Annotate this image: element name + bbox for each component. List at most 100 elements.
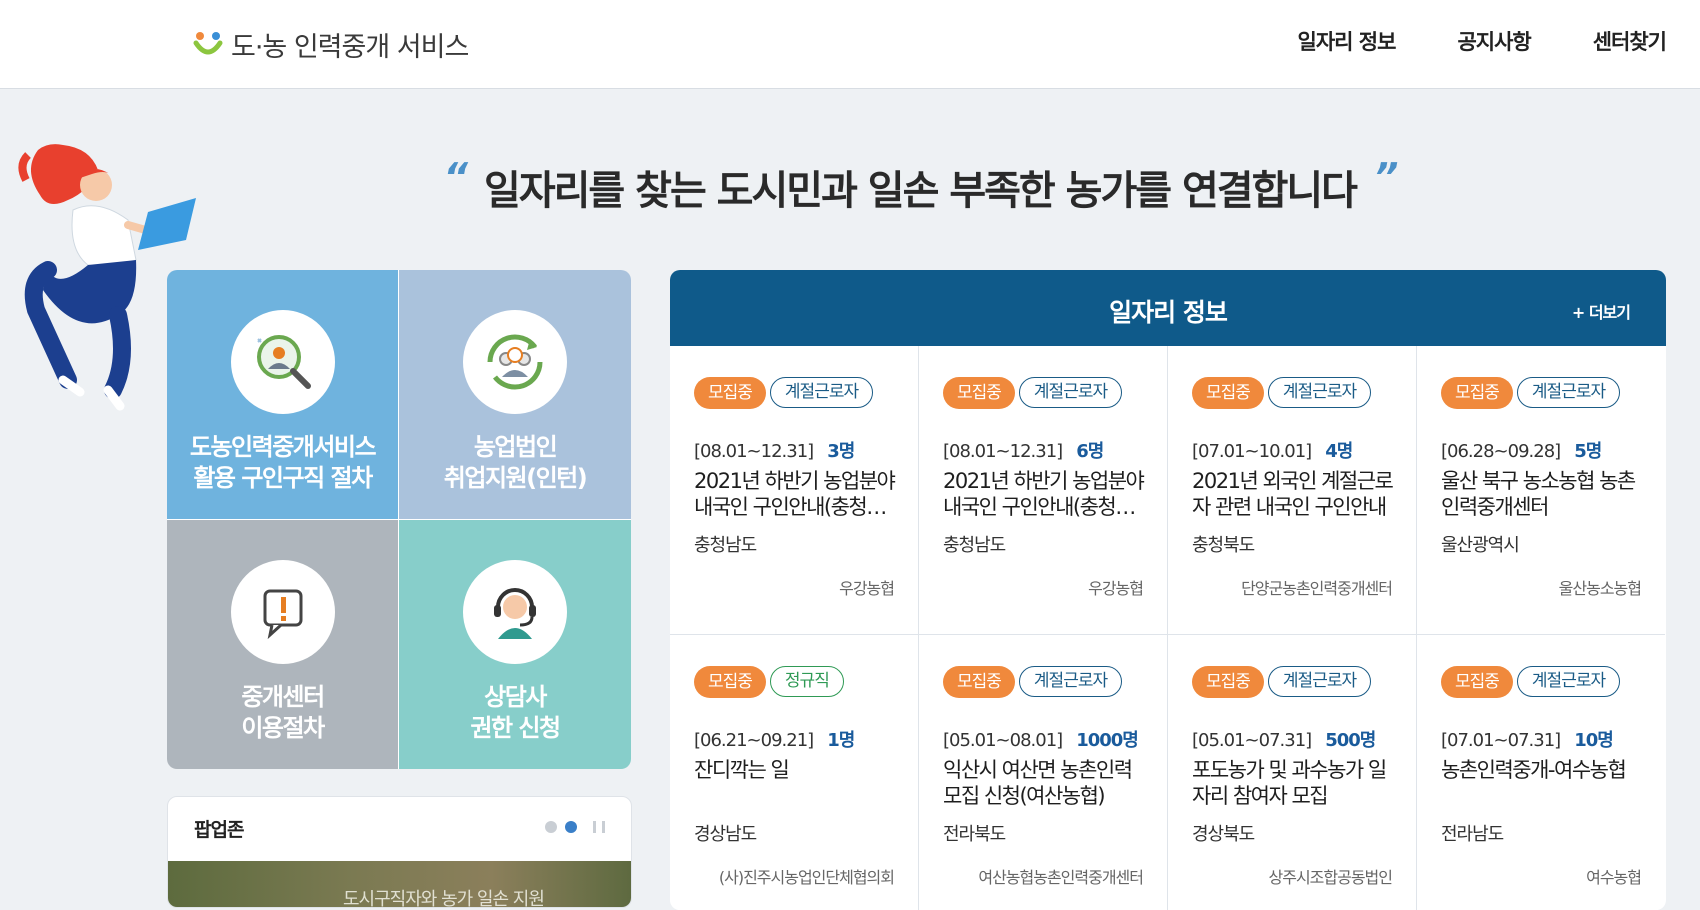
job-period-dates: [07.01~10.01] — [1192, 441, 1312, 462]
status-badge: 모집중 — [1192, 377, 1264, 409]
job-card[interactable]: 모집중 정규직 [06.21~09.21] 1명 잔디깍는 일 경상남도 (사)진주시농업인… — [670, 635, 919, 910]
type-badge: 정규직 — [769, 666, 844, 697]
job-period-dates: [05.01~07.31] — [1192, 730, 1312, 751]
job-period-dates: [06.21~09.21] — [694, 730, 814, 751]
job-period: [08.01~12.31] 3명 — [694, 437, 855, 463]
job-period: [05.01~08.01] 1000명 — [943, 726, 1139, 752]
job-badges: 모집중 계절근로자 — [943, 377, 1123, 409]
type-badge: 계절근로자 — [769, 377, 874, 408]
job-organization: 여수농협 — [1586, 868, 1642, 887]
logo-text: 도·농 인력중개 서비스 — [231, 31, 469, 63]
status-badge: 모집중 — [943, 377, 1015, 409]
job-headcount: 10명 — [1574, 730, 1614, 751]
job-card[interactable]: 모집중 계절근로자 [08.01~12.31] 6명 2021년 하반기 농업분야 내국… — [919, 346, 1168, 635]
type-badge: 계절근로자 — [1267, 377, 1372, 408]
job-card[interactable]: 모집중 계절근로자 [06.28~09.28] 5명 울산 북구 농소농협 농촌인력중개… — [1417, 346, 1665, 635]
job-card[interactable]: 모집중 계절근로자 [07.01~07.31] 10명 농촌인력중개-여수농협 전라남도 여… — [1417, 635, 1665, 910]
job-organization: 여산농협농촌인력중개센터 — [978, 868, 1144, 887]
popup-dot-1[interactable] — [545, 821, 557, 833]
job-title[interactable]: 익산시 여산면 농촌인력 모집 신청(여산농협) — [943, 757, 1148, 809]
job-period: [06.28~09.28] 5명 — [1441, 437, 1602, 463]
job-period-dates: [08.01~12.31] — [694, 441, 814, 462]
alert-bubble-icon — [263, 589, 302, 640]
hero-headline-text: 일자리를 찾는 도시민과 일손 부족한 농가를 연결합니다 — [484, 168, 1358, 214]
job-organization: 우강농협 — [839, 579, 895, 598]
tile-intern-support[interactable]: 농업법인 취업지원(인턴) — [399, 270, 631, 519]
job-card[interactable]: 모집중 계절근로자 [07.01~10.01] 4명 2021년 외국인 계절근로자 관… — [1168, 346, 1417, 635]
job-headcount: 3명 — [827, 441, 855, 462]
tile-label: 도농인력중개서비스 활용 구인구직 절차 — [189, 433, 377, 492]
popup-dot-2[interactable] — [565, 821, 577, 833]
type-badge: 계절근로자 — [1267, 666, 1372, 697]
job-organization: 우강농협 — [1088, 579, 1144, 598]
job-region: 충청남도 — [694, 535, 757, 556]
job-title[interactable]: 포도농가 및 과수농가 일자리 참여자 모집 — [1192, 757, 1397, 809]
job-period-dates: [07.01~07.31] — [1441, 730, 1561, 751]
more-link[interactable]: + 더보기 — [1572, 299, 1631, 323]
job-badges: 모집중 계절근로자 — [694, 377, 874, 409]
main-nav: 일자리 정보 공지사항 센터찾기 — [1236, 26, 1667, 56]
nav-find-center[interactable]: 센터찾기 — [1593, 26, 1667, 56]
job-region: 경상북도 — [1192, 824, 1255, 845]
job-period-dates: [06.28~09.28] — [1441, 441, 1561, 462]
job-period-dates: [05.01~08.01] — [943, 730, 1063, 751]
tile-icon-circle — [230, 310, 335, 414]
tile-counselor-request[interactable]: 상담사 권한 신청 — [399, 520, 631, 769]
job-organization: (사)진주시농업인단체협의회 — [718, 868, 895, 887]
site-logo[interactable]: 도·농 인력중개 서비스 — [191, 24, 469, 64]
tile-recruitment-procedure[interactable]: 도농인력중개서비스 활용 구인구직 절차 — [167, 270, 398, 519]
job-headcount: 1000명 — [1076, 730, 1139, 751]
quick-menu-tiles: 도농인력중개서비스 활용 구인구직 절차 농업법인 취업지원(인턴) 중개센터 … — [167, 270, 631, 769]
job-info-panel: 일자리 정보 + 더보기 모집중 계절근로자 [08.01~12.31] 3명 2021… — [670, 270, 1666, 910]
job-headcount: 6명 — [1076, 441, 1104, 462]
status-badge: 모집중 — [694, 377, 766, 409]
job-organization: 단양군농촌인력중개센터 — [1241, 579, 1393, 598]
status-badge: 모집중 — [1192, 666, 1264, 698]
job-title[interactable]: 울산 북구 농소농협 농촌인력중개센터 — [1441, 468, 1646, 520]
job-title[interactable]: 잔디깍는 일 — [694, 757, 899, 783]
job-card[interactable]: 모집중 계절근로자 [05.01~07.31] 500명포도농가 및 과수농가 일자리… — [1168, 635, 1417, 910]
job-organization: 울산농소농협 — [1558, 579, 1642, 598]
search-person-icon — [256, 335, 311, 389]
type-badge: 계절근로자 — [1018, 377, 1123, 408]
job-title[interactable]: 2021년 하반기 농업분야 내국인 구인안내(충청남도) — [943, 468, 1148, 520]
popup-pagination — [537, 821, 605, 833]
type-badge: 계절근로자 — [1516, 377, 1621, 408]
pause-icon[interactable] — [593, 821, 605, 833]
popup-zone: 팝업존 도시구직자와 농가 일손 지원 — [167, 796, 632, 908]
job-period: [07.01~10.01] 4명 — [1192, 437, 1353, 463]
tile-center-procedure[interactable]: 중개센터 이용절차 — [167, 520, 398, 769]
job-badges: 모집중 계절근로자 — [1441, 666, 1621, 698]
job-headcount: 5명 — [1574, 441, 1602, 462]
job-title[interactable]: 2021년 외국인 계절근로자 관련 내국인 구인안내 — [1192, 468, 1397, 520]
job-info-title: 일자리 정보 — [1109, 298, 1228, 327]
popup-title: 팝업존 — [194, 819, 244, 841]
job-period: [07.01~07.31] 10명 — [1441, 726, 1614, 752]
job-region: 충청남도 — [943, 535, 1006, 556]
quote-close-icon: ” — [1373, 155, 1399, 199]
job-title[interactable]: 2021년 하반기 농업분야 내국인 구인안내(충청남도) — [694, 468, 899, 520]
type-badge: 계절근로자 — [1018, 666, 1123, 697]
job-headcount: 4명 — [1325, 441, 1353, 462]
headset-agent-icon — [494, 588, 536, 639]
job-region: 충청북도 — [1192, 535, 1255, 556]
tile-label: 농업법인 취업지원(인턴) — [443, 433, 588, 492]
job-card[interactable]: 모집중 계절근로자 [08.01~12.31] 3명 2021년 하반기 농업분야 내국… — [670, 346, 919, 635]
job-organization: 상주시조합공동법인 — [1268, 868, 1393, 887]
job-headcount: 500명 — [1325, 730, 1376, 751]
logo-icon — [193, 32, 223, 55]
tile-icon-circle — [463, 560, 567, 664]
nav-notices[interactable]: 공지사항 — [1457, 26, 1531, 56]
tile-icon-circle — [463, 310, 567, 414]
job-title[interactable]: 농촌인력중개-여수농협 — [1441, 757, 1646, 783]
job-region: 울산광역시 — [1441, 535, 1520, 556]
job-card[interactable]: 모집중 계절근로자 [05.01~08.01] 1000명 익산시 여산면 농촌인력 모… — [919, 635, 1168, 910]
nav-job-info[interactable]: 일자리 정보 — [1298, 26, 1397, 56]
type-badge: 계절근로자 — [1516, 666, 1621, 697]
tile-label: 중개센터 이용절차 — [241, 683, 325, 742]
top-header: 도·농 인력중개 서비스 일자리 정보 공지사항 센터찾기 — [0, 0, 1700, 89]
popup-banner[interactable]: 도시구직자와 농가 일손 지원 — [168, 861, 631, 907]
job-info-header: 일자리 정보 + 더보기 — [670, 270, 1666, 346]
job-period: [05.01~07.31] 500명 — [1192, 726, 1376, 752]
quote-open-icon: “ — [443, 155, 469, 199]
